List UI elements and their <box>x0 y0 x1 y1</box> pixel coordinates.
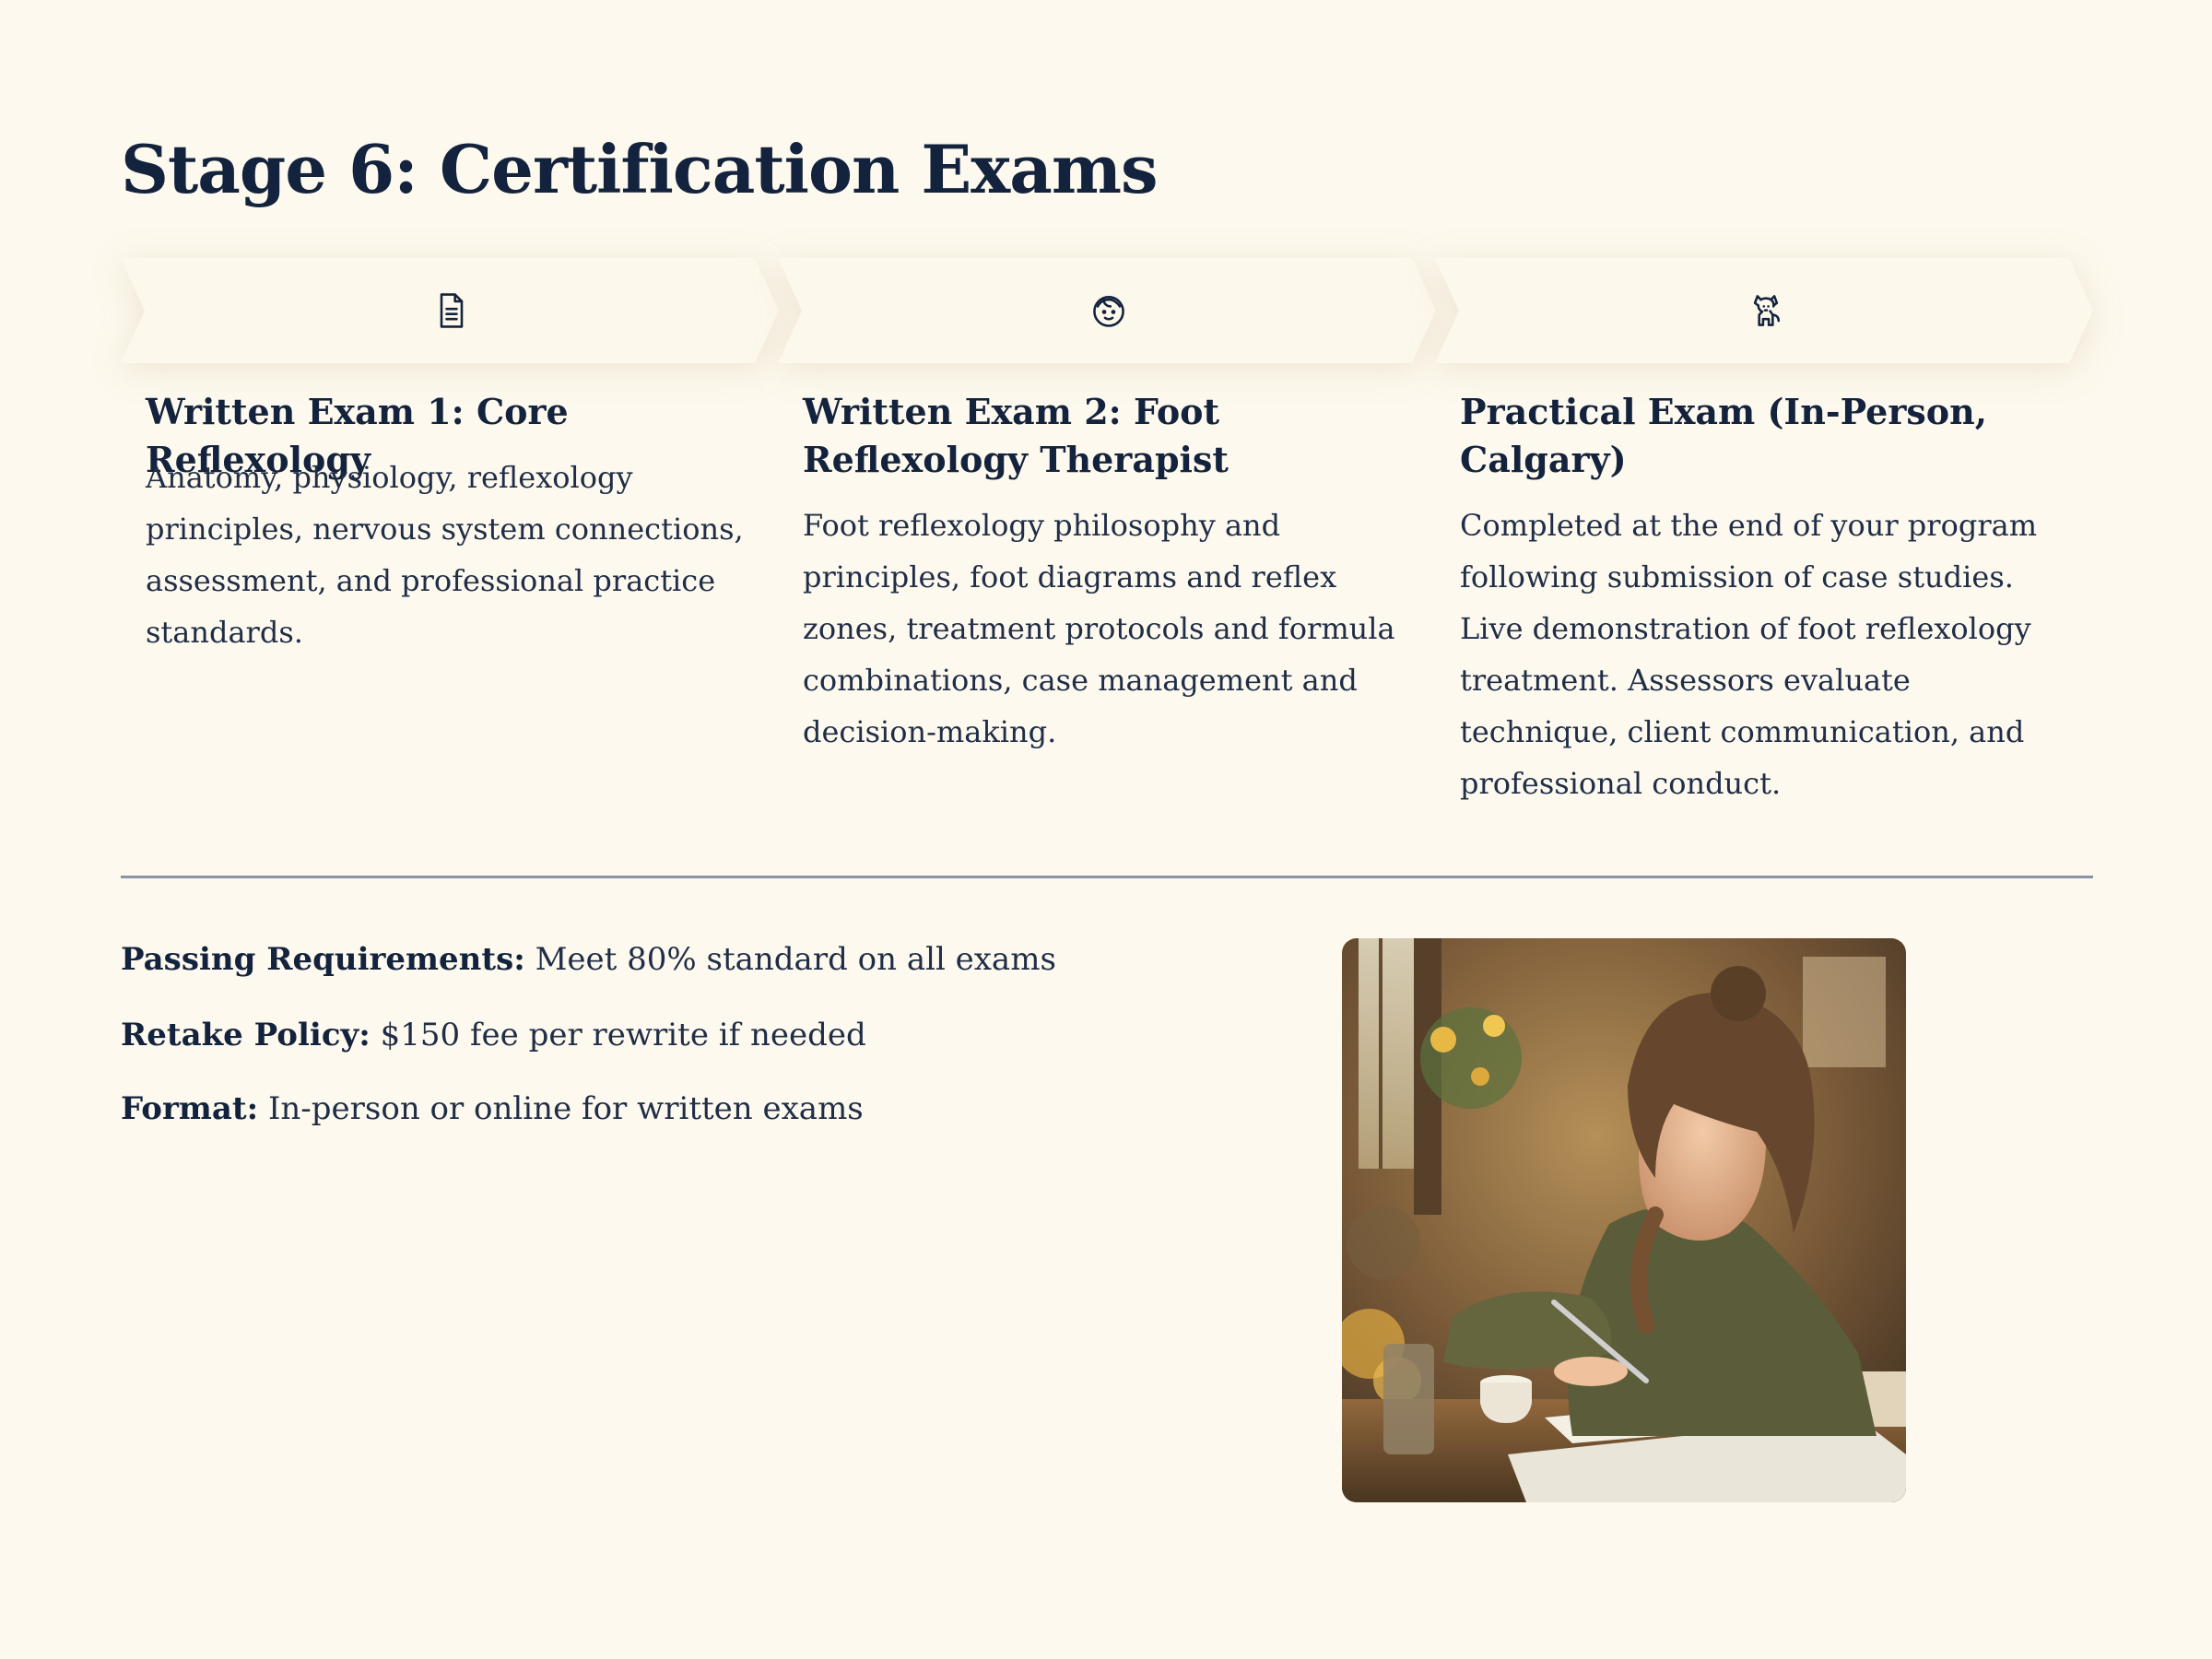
step-description: Foot reflexology philosophy and principl… <box>803 508 1395 749</box>
face-icon <box>1093 296 1124 327</box>
exam-steps: Written Exam 1: Core Reflexology Anatomy… <box>121 258 2093 811</box>
step-description: Completed at the end of your program fol… <box>1460 508 2038 801</box>
section-divider <box>121 876 2093 878</box>
requirement-value: $150 fee per rewrite if needed <box>380 1017 866 1053</box>
requirement-label: Passing Requirements: <box>121 941 525 978</box>
requirement-value: In-person or online for written exams <box>267 1090 864 1127</box>
document-icon <box>440 293 464 328</box>
dog-icon <box>1753 295 1781 326</box>
page-title: Stage 6: Certification Exams <box>121 130 1159 208</box>
requirement-value: Meet 80% standard on all exams <box>535 941 1056 978</box>
step-title: Written Exam 2: Foot Reflexology Therapi… <box>803 391 1229 480</box>
step-chevron <box>121 258 779 363</box>
requirement-label: Retake Policy: <box>121 1017 371 1053</box>
requirement-passing: Passing Requirements: Meet 80% standard … <box>121 938 1056 981</box>
step-description: Anatomy, physiology, reflexology princip… <box>146 460 744 650</box>
step-chevron <box>778 258 1436 363</box>
requirement-format: Format: In-person or online for written … <box>121 1088 864 1130</box>
exam-photo <box>1342 938 1906 1502</box>
step-title: Practical Exam (In-Person, Calgary) <box>1460 391 1987 480</box>
requirement-retake: Retake Policy: $150 fee per rewrite if n… <box>121 1014 866 1056</box>
requirement-label: Format: <box>121 1090 259 1127</box>
step-chevron <box>1435 258 2093 363</box>
